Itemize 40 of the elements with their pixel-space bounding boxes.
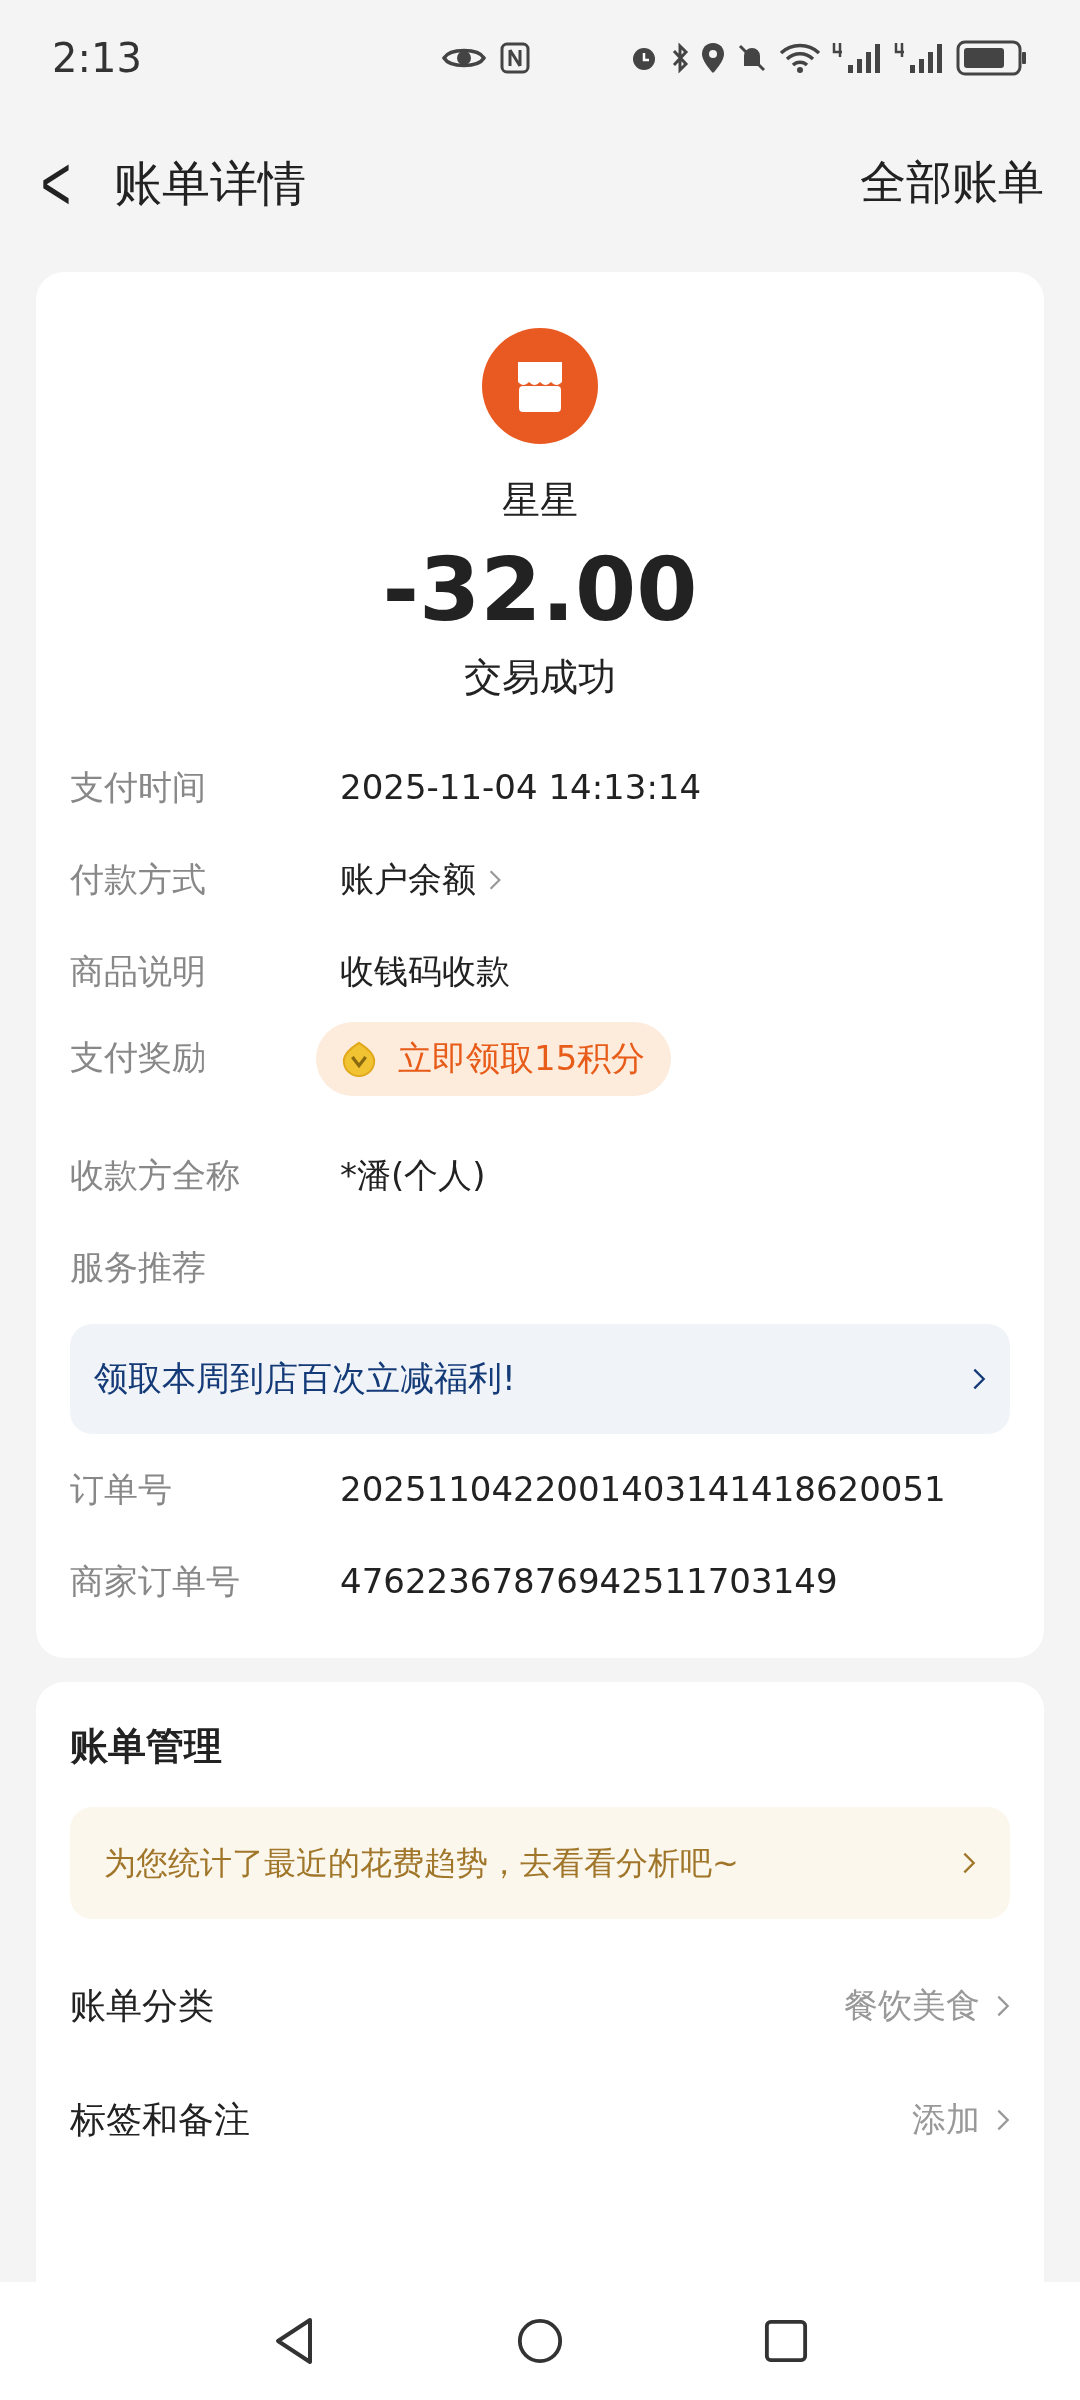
detail-label: 支付奖励 — [70, 1035, 207, 1079]
chevron-right-icon — [488, 868, 502, 891]
bluetooth-icon — [670, 41, 690, 74]
promo-banner[interactable]: 领取本周到店百次立减福利! — [70, 1323, 1010, 1434]
back-button[interactable]: < — [36, 124, 76, 241]
chevron-right-icon — [996, 1993, 1010, 2018]
detail-label: 收款方全称 — [70, 1154, 241, 1198]
settings-row[interactable]: 标签和备注 添加 — [70, 2062, 1010, 2177]
chevron-right-icon — [996, 2107, 1010, 2132]
analysis-banner[interactable]: 为您统计了最近的花费趋势，去看看分析吧~ — [70, 1806, 1010, 1919]
detail-label: 商家订单号 — [70, 1560, 241, 1604]
wifi-icon — [778, 41, 822, 74]
battery-icon — [956, 39, 1028, 76]
section-title: 账单管理 — [70, 1722, 223, 1770]
detail-value: 2025-11-04 14:13:14 — [340, 766, 702, 810]
detail-value: 47622367876942511703149 — [340, 1560, 838, 1604]
detail-label: 付款方式 — [70, 858, 207, 902]
payment-method-link[interactable]: 账户余额 — [340, 854, 502, 906]
status-time: 2:13 — [52, 33, 142, 83]
detail-value: *潘(个人) — [340, 1154, 486, 1198]
detail-label: 订单号 — [70, 1468, 173, 1512]
location-icon — [700, 40, 726, 75]
detail-value: 收钱码收款 — [340, 950, 510, 994]
chevron-right-icon — [972, 1366, 986, 1391]
detail-label: 服务推荐 — [70, 1246, 207, 1290]
detail-value: 2025110422001403141418620051 — [340, 1468, 946, 1512]
all-bills-link[interactable]: 全部账单 — [860, 148, 1044, 217]
home-nav-icon[interactable] — [516, 2317, 564, 2365]
nfc-icon — [499, 41, 530, 74]
amount: -32.00 — [382, 537, 698, 643]
shop-icon — [482, 328, 598, 444]
merchant-name: 星星 — [502, 477, 578, 524]
detail-label: 支付时间 — [70, 766, 207, 810]
transaction-status: 交易成功 — [464, 653, 616, 701]
detail-label: 商品说明 — [70, 950, 207, 994]
recents-nav-icon[interactable] — [764, 2319, 808, 2363]
chevron-right-icon — [962, 1850, 976, 1875]
settings-row[interactable]: 账单分类 餐饮美食 — [70, 1948, 1010, 2063]
coin-icon — [340, 1039, 378, 1078]
page-title: 账单详情 — [114, 153, 306, 213]
